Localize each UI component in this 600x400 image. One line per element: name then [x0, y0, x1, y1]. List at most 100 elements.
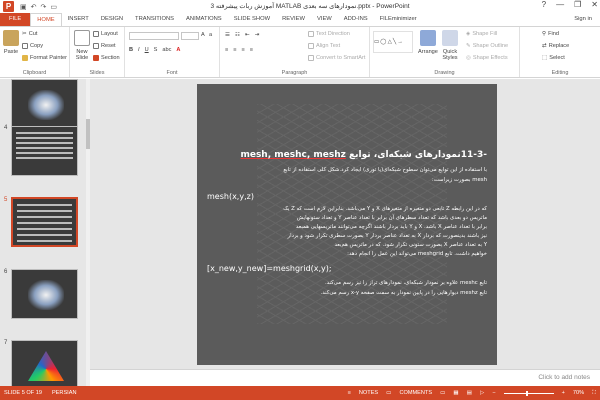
slide-thumbnail[interactable] — [11, 269, 78, 319]
grow-font-button[interactable]: A — [201, 32, 205, 38]
quick-access-toolbar: ▣ ↶ ↷ ▭ — [20, 3, 57, 11]
tab-slide-show[interactable]: SLIDE SHOW — [228, 13, 276, 26]
code-mesh: mesh(x,y,z) — [207, 192, 254, 201]
copy-button[interactable]: Copy — [22, 43, 43, 49]
zoom-in-button[interactable]: + — [562, 390, 565, 396]
zoom-slider[interactable] — [503, 390, 554, 396]
close-button[interactable]: ✕ — [591, 0, 598, 9]
save-icon[interactable]: ▣ — [20, 3, 27, 11]
pen-icon: ✎ — [466, 43, 471, 49]
section-button[interactable]: Section — [93, 55, 120, 61]
layout-label: Layout — [101, 31, 118, 37]
justify-icon[interactable]: ≡ — [250, 47, 253, 53]
zoom-out-button[interactable]: − — [492, 390, 495, 396]
text-direction-button[interactable]: Text Direction — [308, 31, 350, 37]
tab-review[interactable]: REVIEW — [276, 13, 311, 26]
shadow-button[interactable]: S — [154, 47, 158, 53]
align-center-icon[interactable]: ≡ — [233, 47, 236, 53]
zoom-slider-knob[interactable] — [525, 390, 528, 396]
shrink-font-button[interactable]: a — [209, 32, 212, 38]
slide-thumbnail[interactable] — [11, 340, 78, 386]
title-bar: P ▣ ↶ ↷ ▭ آموزش ربات پیشرفته 3 MATLAB نم… — [0, 0, 600, 13]
undo-icon[interactable]: ↶ — [31, 3, 37, 11]
tab-home[interactable]: HOME — [30, 13, 62, 26]
increase-indent-icon[interactable]: ⇥ — [255, 32, 260, 38]
align-text-button[interactable]: Align Text — [308, 43, 340, 49]
slide-title[interactable]: -11-3نمودارهای شبکه‌ای، توابع mesh, mesh… — [207, 150, 487, 160]
slide-thumbnail[interactable] — [11, 126, 78, 176]
tab-add-ins[interactable]: ADD-INS — [338, 13, 374, 26]
arrange-button[interactable]: Arrange — [418, 30, 438, 55]
paste-button[interactable]: Paste — [3, 30, 19, 55]
reading-view-icon[interactable]: ▤ — [467, 390, 472, 396]
zoom-level[interactable]: 70% — [573, 390, 584, 396]
font-color-icon[interactable]: A — [176, 47, 180, 53]
underline-button[interactable]: U — [145, 47, 149, 53]
shape-outline-button[interactable]: ✎ Shape Outline — [466, 43, 508, 49]
maximize-button[interactable]: ❐ — [574, 0, 581, 9]
tab-design[interactable]: DESIGN — [95, 13, 129, 26]
thumbnail-text-line — [16, 157, 73, 159]
align-text-label: Align Text — [316, 43, 341, 49]
slideshow-icon[interactable]: ▷ — [480, 390, 484, 396]
scissors-icon: ✂ — [22, 31, 27, 37]
quick-styles-button[interactable]: Quick Styles — [440, 30, 460, 61]
decrease-indent-icon[interactable]: ⇤ — [245, 32, 250, 38]
notes-placeholder[interactable]: Click to add notes — [538, 374, 590, 381]
language-indicator[interactable]: PERSIAN — [52, 390, 77, 396]
replace-button[interactable]: ⇄ Replace — [542, 43, 569, 49]
format-painter-button[interactable]: Format Painter — [22, 55, 67, 61]
slides-group: New Slide Layout Reset Section Slides — [70, 27, 125, 77]
strikethrough-button[interactable]: abc — [162, 47, 171, 53]
find-icon: ⚲ — [542, 31, 547, 37]
help-button[interactable]: ? — [542, 0, 546, 9]
tab-file[interactable]: FILE — [0, 13, 31, 26]
tab-fileminimizer[interactable]: FILEminimizer — [374, 13, 423, 26]
comments-button[interactable]: COMMENTS — [399, 390, 432, 396]
fit-to-window-icon[interactable]: ⛶ — [592, 390, 596, 397]
cut-button[interactable]: ✂ Cut — [22, 31, 37, 37]
find-button[interactable]: ⚲ Find — [542, 31, 559, 37]
new-slide-button[interactable]: New Slide — [73, 30, 91, 61]
numbering-icon[interactable]: ☷ — [235, 32, 240, 38]
convert-smartart-button[interactable]: Convert to SmartArt — [308, 55, 365, 61]
bold-button[interactable]: B — [129, 47, 133, 53]
thumbnail-text-line — [16, 142, 73, 144]
select-button[interactable]: ⬚ Select — [542, 55, 565, 61]
shape-fill-button[interactable]: ◈ Shape Fill — [466, 31, 497, 37]
thumbnail-text-line — [16, 137, 73, 139]
align-right-icon[interactable]: ≡ — [242, 47, 245, 53]
slide-thumbnail[interactable] — [11, 79, 78, 129]
slide-title-functions: mesh, meshc, meshz — [240, 150, 346, 160]
shape-effects-button[interactable]: ◎ Shape Effects — [466, 55, 508, 61]
slide-text-line: تابع meshc علاوه بر نمودار شبکه‌ای، نمود… — [324, 280, 487, 286]
current-slide[interactable]: -11-3نمودارهای شبکه‌ای، توابع mesh, mesh… — [197, 84, 497, 365]
bullets-icon[interactable]: ☰ — [225, 32, 230, 38]
font-size-select[interactable] — [181, 32, 199, 40]
font-name-select[interactable] — [129, 32, 179, 40]
sign-in-link[interactable]: Sign in — [574, 13, 592, 26]
slide-sorter-icon[interactable]: ▦ — [453, 390, 458, 396]
window-title: آموزش ربات پیشرفته 3 MATLAB نمودارهای سه… — [210, 3, 410, 10]
italic-button[interactable]: I — [138, 47, 140, 53]
shapes-gallery[interactable]: ▭ ◯ △ ╲ → — [373, 31, 413, 53]
quick-styles-label: Quick Styles — [442, 49, 458, 61]
thumbnail-plot-image — [28, 351, 64, 381]
tab-insert[interactable]: INSERT — [62, 13, 95, 26]
minimize-button[interactable]: — — [556, 0, 564, 9]
thumbnail-text-line — [17, 204, 72, 206]
align-left-icon[interactable]: ≡ — [225, 47, 228, 53]
new-slide-label: New Slide — [75, 49, 89, 61]
layout-button[interactable]: Layout — [93, 31, 118, 37]
present-icon[interactable]: ▭ — [50, 3, 57, 11]
tab-transitions[interactable]: TRANSITIONS — [129, 13, 180, 26]
notes-pane[interactable]: Click to add notes — [90, 369, 600, 386]
tab-animations[interactable]: ANIMATIONS — [180, 13, 228, 26]
notes-button[interactable]: NOTES — [359, 390, 378, 396]
normal-view-icon[interactable]: ▭ — [440, 390, 445, 396]
shrink-font-icon: a — [209, 32, 213, 38]
redo-icon[interactable]: ↷ — [41, 3, 47, 11]
reset-button[interactable]: Reset — [93, 43, 116, 49]
tab-view[interactable]: VIEW — [311, 13, 338, 26]
slide-thumbnail-selected[interactable] — [11, 197, 78, 247]
